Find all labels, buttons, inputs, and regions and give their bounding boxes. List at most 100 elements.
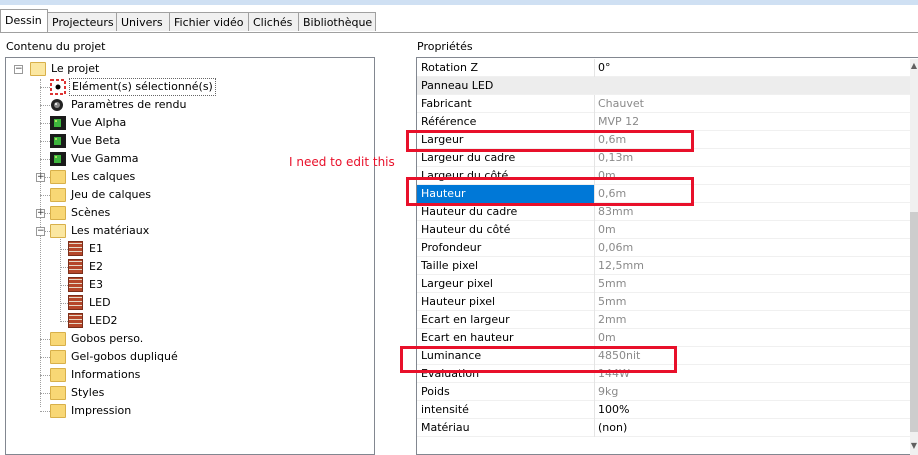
column-divider: [594, 149, 595, 167]
tree-item-label: E2: [89, 260, 103, 273]
property-row[interactable]: Evaluation 144W: [417, 365, 914, 383]
folder-icon: [50, 170, 66, 184]
tree-item[interactable]: E2: [6, 258, 374, 276]
property-value[interactable]: 100%: [598, 401, 629, 419]
property-row[interactable]: Fabricant Chauvet: [417, 95, 914, 113]
tree-item[interactable]: Scènes: [6, 204, 374, 222]
property-name: Largeur: [421, 133, 464, 146]
column-divider: [594, 167, 595, 185]
tab-clichés[interactable]: Clichés: [248, 12, 299, 31]
property-row[interactable]: Ecart en hauteur 0m: [417, 329, 914, 347]
tree-item[interactable]: Jeu de calques: [6, 186, 374, 204]
tree-item-label: Vue Gamma: [71, 152, 139, 165]
property-row[interactable]: Luminance 4850nit: [417, 347, 914, 365]
tree-item[interactable]: Les calques: [6, 168, 374, 186]
property-name: Rotation Z: [421, 61, 479, 74]
tree-item-label: Gel-gobos dupliqué: [71, 350, 178, 363]
property-row[interactable]: Hauteur pixel 5mm: [417, 293, 914, 311]
property-value[interactable]: 0,6m: [598, 185, 626, 203]
property-value[interactable]: 0m: [598, 329, 616, 347]
property-value[interactable]: 83mm: [598, 203, 633, 221]
property-row[interactable]: Matériau (non): [417, 419, 914, 437]
property-name: Ecart en hauteur: [421, 331, 514, 344]
property-row[interactable]: Taille pixel 12,5mm: [417, 257, 914, 275]
tree-item-label: Le projet: [51, 62, 100, 75]
tab-fichier-vidéo[interactable]: Fichier vidéo: [169, 12, 249, 31]
property-row[interactable]: Poids 9kg: [417, 383, 914, 401]
property-row[interactable]: Référence MVP 12: [417, 113, 914, 131]
tree-item-label: Impression: [71, 404, 132, 417]
property-row[interactable]: Hauteur 0,6m: [417, 185, 914, 203]
scroll-down-icon[interactable]: ▼: [910, 440, 918, 452]
tree-item[interactable]: Les matériaux: [6, 222, 374, 240]
property-row[interactable]: intensité 100%: [417, 401, 914, 419]
property-value[interactable]: 0m: [598, 167, 616, 185]
property-value[interactable]: 4850nit: [598, 347, 640, 365]
property-name: Hauteur du côté: [421, 223, 511, 236]
column-divider: [594, 329, 595, 347]
property-row[interactable]: Profondeur 0,06m: [417, 239, 914, 257]
tree-item[interactable]: LED: [6, 294, 374, 312]
property-row[interactable]: Hauteur du cadre 83mm: [417, 203, 914, 221]
property-value[interactable]: Chauvet: [598, 95, 644, 113]
camera-lens-icon: [50, 98, 66, 112]
scrollbar-thumb[interactable]: [910, 212, 918, 432]
column-divider: [594, 131, 595, 149]
property-row[interactable]: Largeur pixel 5mm: [417, 275, 914, 293]
tree-item[interactable]: E3: [6, 276, 374, 294]
tree-item[interactable]: Gobos perso.: [6, 330, 374, 348]
tab-dessin[interactable]: Dessin: [0, 9, 48, 32]
property-value[interactable]: 9kg: [598, 383, 618, 401]
property-value[interactable]: MVP 12: [598, 113, 639, 131]
tree-item[interactable]: Styles: [6, 384, 374, 402]
column-divider: [594, 419, 595, 437]
tree-item[interactable]: Informations: [6, 366, 374, 384]
tree-item-label: Elément(s) sélectionné(s): [69, 78, 216, 96]
tab-projecteurs[interactable]: Projecteurs: [47, 12, 117, 31]
property-name: Largeur du cadre: [421, 151, 516, 164]
tab-univers[interactable]: Univers: [116, 12, 170, 31]
property-name: Référence: [421, 115, 477, 128]
tree-item-label: E1: [89, 242, 103, 255]
property-value[interactable]: 0,06m: [598, 239, 633, 257]
property-row[interactable]: Hauteur du côté 0m: [417, 221, 914, 239]
tree-item[interactable]: Vue Alpha: [6, 114, 374, 132]
project-tree[interactable]: − Le projet Elément(s) sélectionné(s) Param…: [5, 57, 375, 455]
property-category[interactable]: Panneau LED: [417, 77, 914, 95]
property-value[interactable]: 0m: [598, 221, 616, 239]
property-name: intensité: [421, 403, 469, 416]
tree-item[interactable]: Vue Beta: [6, 132, 374, 150]
property-value[interactable]: 0,6m: [598, 131, 626, 149]
property-value[interactable]: 5mm: [598, 293, 626, 311]
property-value[interactable]: 0,13m: [598, 149, 633, 167]
property-value[interactable]: 5mm: [598, 275, 626, 293]
tree-item[interactable]: LED2: [6, 312, 374, 330]
property-value[interactable]: 2mm: [598, 311, 626, 329]
column-divider: [594, 365, 595, 383]
property-row[interactable]: Ecart en largeur 2mm: [417, 311, 914, 329]
property-value[interactable]: 0°: [598, 59, 611, 77]
scroll-up-icon[interactable]: ▲: [910, 60, 918, 72]
tree-item[interactable]: E1: [6, 240, 374, 258]
tree-item[interactable]: Le projet: [6, 60, 374, 78]
column-divider: [594, 59, 595, 77]
tree-item[interactable]: Gel-gobos dupliqué: [6, 348, 374, 366]
property-value[interactable]: 12,5mm: [598, 257, 644, 275]
tree-item[interactable]: Elément(s) sélectionné(s): [6, 78, 374, 96]
property-value[interactable]: 144W: [598, 365, 630, 383]
tree-item-label: Styles: [71, 386, 105, 399]
property-row[interactable]: Rotation Z 0°: [417, 59, 914, 77]
properties-grid[interactable]: Rotation Z 0° Panneau LED Fabricant Chauvet R…: [416, 57, 918, 455]
tree-item[interactable]: Impression: [6, 402, 374, 420]
tab-biblioth-que[interactable]: Bibliothèque: [298, 12, 376, 31]
property-value[interactable]: (non): [598, 419, 627, 437]
column-divider: [594, 221, 595, 239]
property-row[interactable]: Largeur du côté 0m: [417, 167, 914, 185]
tree-item-label: Vue Alpha: [71, 116, 127, 129]
folder-icon: [50, 188, 66, 202]
folder-icon: [50, 332, 66, 346]
property-row[interactable]: Largeur 0,6m: [417, 131, 914, 149]
property-name: Poids: [421, 385, 450, 398]
property-row[interactable]: Largeur du cadre 0,13m: [417, 149, 914, 167]
tree-item[interactable]: Paramètres de rendu: [6, 96, 374, 114]
